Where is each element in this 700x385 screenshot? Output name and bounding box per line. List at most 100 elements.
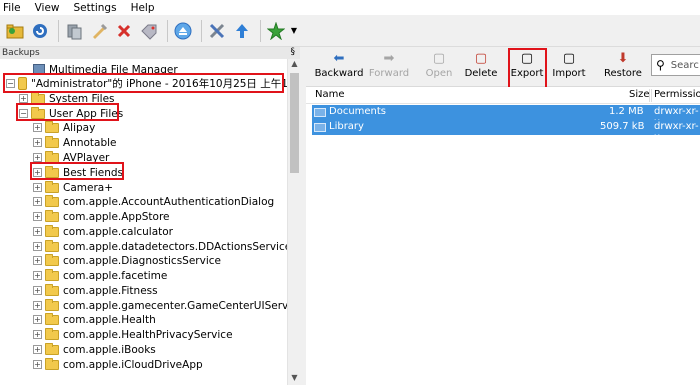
expand-toggle[interactable]: +	[33, 242, 42, 251]
file-row-documents[interactable]: Documents 1.2 MB drwxr-xr-x	[312, 105, 700, 128]
tree-scrollbar[interactable]: ▲ ▼	[287, 59, 300, 385]
tree-item-label: com.apple.datadetectors.DDActionsService	[63, 240, 287, 253]
column-permissions[interactable]: Permission	[654, 89, 700, 100]
folder-icon	[45, 239, 59, 252]
tree-item-app[interactable]: + com.apple.gamecenter.GameCenterUIServic…	[33, 298, 287, 313]
forward-button[interactable]: ➡ Forward	[366, 50, 412, 86]
column-name[interactable]: Name	[315, 89, 345, 100]
tree-item-app[interactable]: + com.apple.iBooks	[33, 342, 156, 357]
folder-icon	[45, 268, 59, 281]
tag-icon[interactable]	[138, 20, 160, 42]
tree-item-app[interactable]: + com.apple.HealthPrivacyService	[33, 327, 233, 342]
tree-item-app[interactable]: + com.apple.DiagnosticsService	[33, 253, 221, 268]
scrollbar-thumb[interactable]	[290, 73, 299, 173]
folder-icon	[45, 253, 59, 266]
dropdown-arrow-icon[interactable]: ▼	[290, 20, 298, 42]
expand-toggle[interactable]: +	[33, 183, 42, 192]
tree-item-app[interactable]: + com.apple.datadetectors.DDActionsServic…	[33, 239, 287, 254]
tree-item-app[interactable]: + com.apple.facetime	[33, 268, 167, 283]
column-divider	[651, 89, 652, 102]
expand-toggle[interactable]: +	[33, 360, 42, 369]
expand-toggle[interactable]: +	[33, 153, 42, 162]
annotation-highlight-box	[16, 103, 119, 121]
menu-bar: File View Settings Help	[0, 0, 700, 15]
folder-icon	[45, 327, 59, 340]
expand-toggle[interactable]: +	[33, 286, 42, 295]
menu-view[interactable]: View	[35, 2, 60, 14]
copy-icon[interactable]	[63, 20, 85, 42]
refresh-icon[interactable]	[29, 20, 51, 42]
open-button[interactable]: ▢ Open	[422, 50, 456, 86]
expand-toggle[interactable]: +	[33, 301, 42, 310]
tree-item-label: com.apple.gamecenter.GameCenterUIService	[63, 299, 287, 312]
search-input[interactable]: ⚲ Searc	[651, 54, 700, 76]
expand-toggle[interactable]: +	[33, 256, 42, 265]
tree-item-label: com.apple.HealthPrivacyService	[63, 328, 233, 341]
folder-icon	[45, 342, 59, 355]
tree-item-label: com.apple.Fitness	[63, 284, 158, 297]
column-size[interactable]: Size	[629, 89, 650, 100]
file-browser-pane: ⬅ Backward ➡ Forward ▢ Open ▢ Delete ▢ E…	[306, 47, 700, 385]
tree-item-label: com.apple.AppStore	[63, 210, 170, 223]
menu-file[interactable]: File	[3, 2, 21, 14]
expand-toggle[interactable]: +	[33, 212, 42, 221]
backups-header: Backups	[0, 47, 300, 59]
tree-item-label: com.apple.Health	[63, 313, 156, 326]
tree-item-app[interactable]: + com.apple.AppStore	[33, 209, 170, 224]
expand-toggle[interactable]: +	[33, 345, 42, 354]
tree-item-app[interactable]: + com.apple.AccountAuthenticationDialog	[33, 194, 274, 209]
tree-item-app[interactable]: + com.apple.iCloudDriveApp	[33, 357, 203, 372]
tree-item-label: Camera+	[63, 181, 114, 194]
backward-button[interactable]: ⬅ Backward	[314, 50, 364, 86]
open-file-icon: ▢	[432, 51, 446, 66]
tree-item-app[interactable]: + com.apple.Fitness	[33, 283, 158, 298]
forward-arrow-icon: ➡	[383, 51, 395, 66]
expand-toggle[interactable]: +	[19, 94, 28, 103]
delete-button[interactable]: ▢ Delete	[462, 50, 500, 86]
expand-toggle[interactable]: +	[33, 315, 42, 324]
expand-toggle[interactable]: +	[33, 138, 42, 147]
import-button[interactable]: ▢ Import	[550, 50, 588, 86]
expand-toggle[interactable]: +	[33, 227, 42, 236]
menu-settings[interactable]: Settings	[74, 2, 117, 14]
tree-item-label: com.apple.AccountAuthenticationDialog	[63, 195, 275, 208]
tree-item-app[interactable]: + Annotable	[33, 135, 117, 150]
folder-icon	[31, 91, 45, 104]
folder-icon	[45, 224, 59, 237]
toolbar-separator	[58, 19, 59, 42]
eject-icon[interactable]	[172, 20, 194, 42]
folder-icon	[45, 209, 59, 222]
upload-icon[interactable]	[231, 20, 253, 42]
expand-toggle[interactable]: +	[33, 197, 42, 206]
toolbar-separator	[201, 19, 202, 42]
tree-item-app[interactable]: + Camera+	[33, 180, 113, 195]
menu-help[interactable]: Help	[131, 2, 155, 14]
tools-icon[interactable]	[206, 20, 228, 42]
pin-icon[interactable]: §	[291, 47, 296, 57]
folder-icon	[45, 180, 59, 193]
toolbar-separator	[167, 19, 168, 42]
folder-icon	[45, 135, 59, 148]
folder-icon	[45, 120, 59, 133]
open-folder-icon[interactable]	[4, 20, 26, 42]
clean-icon[interactable]	[88, 20, 110, 42]
tree-item-app[interactable]: + com.apple.Health	[33, 312, 156, 327]
back-arrow-icon: ⬅	[333, 51, 345, 66]
toolbar-separator	[260, 19, 261, 42]
tree-item-app[interactable]: + Alipay	[33, 120, 95, 135]
restore-button[interactable]: ⬇ Restore	[604, 50, 642, 86]
favorite-star-icon[interactable]	[265, 20, 287, 42]
folder-icon	[45, 312, 59, 325]
folder-icon	[45, 283, 59, 296]
tree-item-app[interactable]: + com.apple.calculator	[33, 224, 173, 239]
expand-toggle[interactable]: +	[33, 330, 42, 339]
expand-toggle[interactable]: +	[33, 271, 42, 280]
main-toolbar: ▼	[0, 15, 700, 47]
expand-toggle[interactable]: +	[33, 123, 42, 132]
delete-icon[interactable]	[113, 20, 135, 42]
tree-item-label: Annotable	[63, 136, 117, 149]
folder-icon	[45, 150, 59, 163]
file-list-header: Name Size Permission	[306, 87, 700, 104]
annotation-highlight-box	[30, 162, 124, 180]
file-row-library[interactable]: Library 509.7 kB drwxr-xr-x	[312, 120, 700, 143]
